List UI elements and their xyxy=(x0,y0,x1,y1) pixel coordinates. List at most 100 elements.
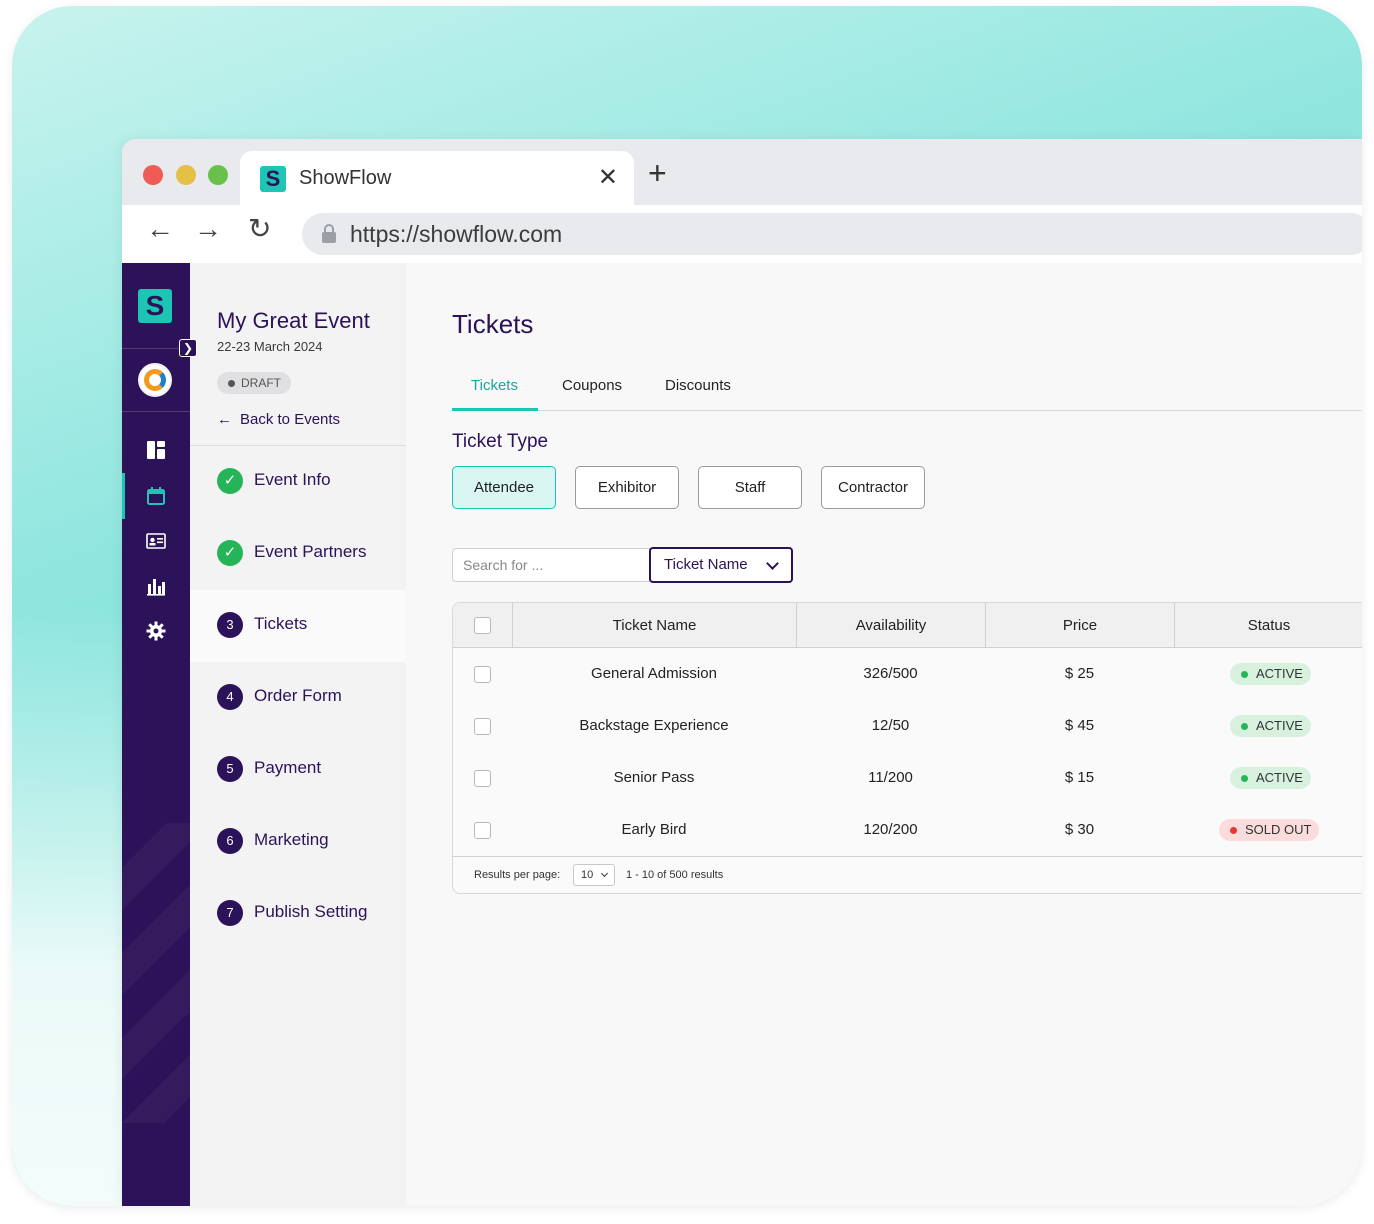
showflow-logo-icon: S xyxy=(260,166,286,192)
cell-price: $ 45 xyxy=(1064,717,1095,734)
table-row[interactable]: Backstage Experience 12/50 $ 45 ACTIVE xyxy=(453,700,1362,752)
results-range: 1 - 10 of 500 results xyxy=(626,869,724,881)
step-publish-setting[interactable]: 7 Publish Setting xyxy=(190,878,406,950)
step-label: Tickets xyxy=(254,614,308,633)
event-sidebar: My Great Event 22-23 March 2024 DRAFT ← B… xyxy=(190,263,406,1206)
check-icon: ✓ xyxy=(217,468,243,494)
chevron-down-icon xyxy=(600,869,609,878)
background-card: S ShowFlow ✕ + ← → ↻ https://showflow.co… xyxy=(12,6,1362,1206)
browser-tab[interactable]: S ShowFlow ✕ xyxy=(240,151,634,205)
address-bar: ← → ↻ https://showflow.com xyxy=(122,205,1362,263)
close-window-button[interactable] xyxy=(143,165,163,185)
ticket-type-attendee[interactable]: Attendee xyxy=(452,466,556,509)
search-input[interactable]: Search for ... xyxy=(452,548,650,582)
status-badge: DRAFT xyxy=(217,372,291,394)
step-tickets[interactable]: 3 Tickets xyxy=(190,590,406,662)
row-checkbox[interactable] xyxy=(474,666,491,683)
badge-icon[interactable] xyxy=(146,531,166,551)
showflow-logo-icon[interactable]: S xyxy=(138,289,172,323)
row-checkbox[interactable] xyxy=(474,770,491,787)
ticket-type-contractor[interactable]: Contractor xyxy=(821,466,925,509)
ticket-type-title: Ticket Type xyxy=(452,431,549,452)
browser-tab-bar: S ShowFlow ✕ + xyxy=(122,139,1362,205)
cell-availability: 326/500 xyxy=(863,665,918,682)
tickets-table: Ticket Name Availability Price Status Ge… xyxy=(452,602,1362,894)
table-row[interactable]: Senior Pass 11/200 $ 15 ACTIVE xyxy=(453,752,1362,804)
cell-ticket-name: Senior Pass xyxy=(613,769,695,786)
step-label: Publish Setting xyxy=(254,902,368,921)
maximize-window-button[interactable] xyxy=(208,165,228,185)
collapse-sidebar-button[interactable]: ❯ xyxy=(179,339,197,357)
lock-icon xyxy=(322,224,336,244)
gear-icon[interactable] xyxy=(146,621,166,641)
browser-window: S ShowFlow ✕ + ← → ↻ https://showflow.co… xyxy=(122,139,1362,1206)
header-price[interactable]: Price xyxy=(985,603,1174,648)
check-icon: ✓ xyxy=(217,540,243,566)
header-status[interactable]: Status xyxy=(1174,603,1362,648)
new-tab-button[interactable]: + xyxy=(648,157,667,189)
row-checkbox[interactable] xyxy=(474,718,491,735)
forward-arrow-icon[interactable]: → xyxy=(194,215,222,243)
status-badge: ACTIVE xyxy=(1230,767,1311,789)
cell-ticket-name: Early Bird xyxy=(621,821,687,838)
tabs: Tickets Coupons Discounts xyxy=(452,363,1362,411)
header-availability[interactable]: Availability xyxy=(796,603,985,648)
rail-active-indicator xyxy=(122,473,125,519)
back-arrow-icon[interactable]: ← xyxy=(146,215,174,243)
step-label: Event Partners xyxy=(254,542,367,561)
row-checkbox[interactable] xyxy=(474,822,491,839)
step-order-form[interactable]: 4 Order Form xyxy=(190,662,406,734)
tab-tickets[interactable]: Tickets xyxy=(471,377,518,394)
dashboard-icon[interactable] xyxy=(146,440,166,460)
header-ticket-name[interactable]: Ticket Name xyxy=(512,603,796,648)
step-label: Payment xyxy=(254,758,322,777)
organization-avatar[interactable] xyxy=(138,363,172,397)
table-row[interactable]: Early Bird 120/200 $ 30 SOLD OUT xyxy=(453,804,1362,856)
step-number: 3 xyxy=(217,612,243,638)
cell-availability: 120/200 xyxy=(863,821,918,838)
tab-coupons[interactable]: Coupons xyxy=(562,377,622,394)
step-number: 5 xyxy=(217,756,243,782)
table-row[interactable]: General Admission 326/500 $ 25 ACTIVE xyxy=(453,648,1362,700)
tab-title: ShowFlow xyxy=(299,167,392,189)
cell-price: $ 25 xyxy=(1064,665,1095,682)
event-date: 22-23 March 2024 xyxy=(217,339,323,354)
close-tab-icon[interactable]: ✕ xyxy=(598,163,618,192)
ticket-type-exhibitor[interactable]: Exhibitor xyxy=(575,466,679,509)
step-number: 7 xyxy=(217,900,243,926)
status-badge: SOLD OUT xyxy=(1219,819,1320,841)
results-per-page-label: Results per page: xyxy=(474,869,561,881)
tab-discounts[interactable]: Discounts xyxy=(665,377,731,394)
reload-icon[interactable]: ↻ xyxy=(248,215,271,243)
page-title: Tickets xyxy=(452,309,534,339)
step-label: Marketing xyxy=(254,830,329,849)
results-per-page-select[interactable]: 10 xyxy=(573,864,615,886)
cell-price: $ 15 xyxy=(1064,769,1095,786)
url-field[interactable]: https://showflow.com xyxy=(302,213,1362,255)
table-footer: Results per page: 10 1 - 10 of 500 resul… xyxy=(453,856,1362,894)
back-to-events-label: Back to Events xyxy=(240,411,341,428)
app: S ❯ My Great Event 22-23 March 2024 DRAF… xyxy=(122,263,1362,1206)
status-badge: ACTIVE xyxy=(1230,715,1311,737)
ticket-type-staff[interactable]: Staff xyxy=(698,466,802,509)
arrow-left-icon: ← xyxy=(217,411,232,428)
status-badge: ACTIVE xyxy=(1230,663,1311,685)
main-content: Tickets Tickets Coupons Discounts Ticket… xyxy=(406,263,1362,1206)
step-number: 6 xyxy=(217,828,243,854)
search-field-select[interactable]: Ticket Name xyxy=(649,547,793,583)
select-all-checkbox[interactable] xyxy=(474,617,491,634)
step-marketing[interactable]: 6 Marketing xyxy=(190,806,406,878)
step-event-info[interactable]: ✓ Event Info xyxy=(190,446,406,518)
back-to-events-link[interactable]: ← Back to Events xyxy=(217,411,340,428)
cell-availability: 11/200 xyxy=(868,769,913,786)
step-event-partners[interactable]: ✓ Event Partners xyxy=(190,518,406,590)
cell-availability: 12/50 xyxy=(871,717,910,734)
step-label: Order Form xyxy=(254,686,342,705)
chart-icon[interactable] xyxy=(146,576,166,596)
active-tab-underline xyxy=(452,408,538,411)
calendar-icon[interactable] xyxy=(146,486,166,506)
step-payment[interactable]: 5 Payment xyxy=(190,734,406,806)
icon-rail: S xyxy=(122,263,190,1206)
minimize-window-button[interactable] xyxy=(176,165,196,185)
table-header: Ticket Name Availability Price Status xyxy=(453,603,1362,648)
